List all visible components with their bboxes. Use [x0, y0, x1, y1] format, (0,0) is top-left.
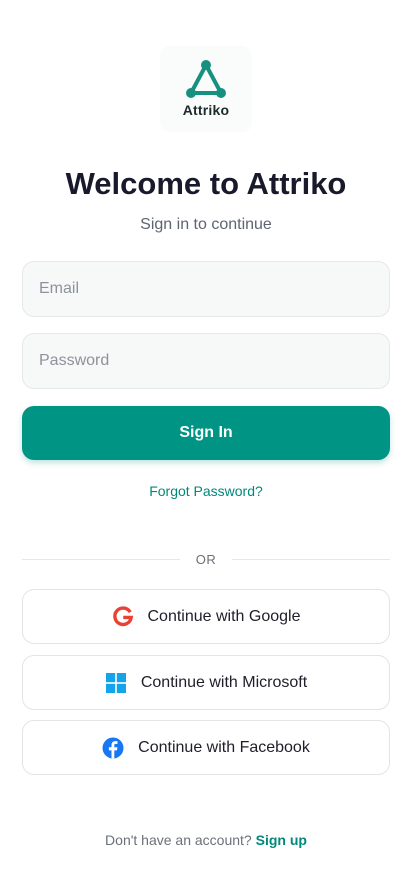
google-icon [112, 605, 134, 628]
microsoft-button-label: Continue with Microsoft [140, 673, 308, 691]
divider-label: OR [195, 551, 217, 567]
brand-logo: Attriko [160, 46, 252, 132]
email-field[interactable] [22, 261, 390, 317]
facebook-icon [102, 737, 124, 759]
microsoft-icon [105, 672, 127, 694]
sign-in-button[interactable]: Sign In [22, 406, 390, 460]
facebook-button-label: Continue with Facebook [138, 738, 310, 756]
page-subtitle: Sign in to continue [140, 216, 272, 233]
triangle-nodes-logo-icon [186, 60, 226, 98]
signup-prompt-text: Don't have an account? [105, 832, 252, 848]
brand-name: Attriko [182, 102, 230, 118]
page-title: Welcome to Attriko [65, 166, 347, 201]
divider-line-left [22, 558, 180, 560]
facebook-sign-in-button[interactable]: Continue with Facebook [22, 720, 390, 775]
google-sign-in-button[interactable]: Continue with Google [22, 589, 390, 644]
password-field[interactable] [22, 333, 390, 389]
or-divider: OR [22, 550, 390, 568]
divider-line-right [232, 558, 390, 560]
microsoft-sign-in-button[interactable]: Continue with Microsoft [22, 655, 390, 710]
google-button-label: Continue with Google [147, 607, 301, 625]
forgot-password-link[interactable]: Forgot Password? [0, 483, 412, 499]
signup-prompt: Don't have an account? Sign up [0, 832, 412, 848]
sign-up-link[interactable]: Sign up [256, 832, 307, 848]
